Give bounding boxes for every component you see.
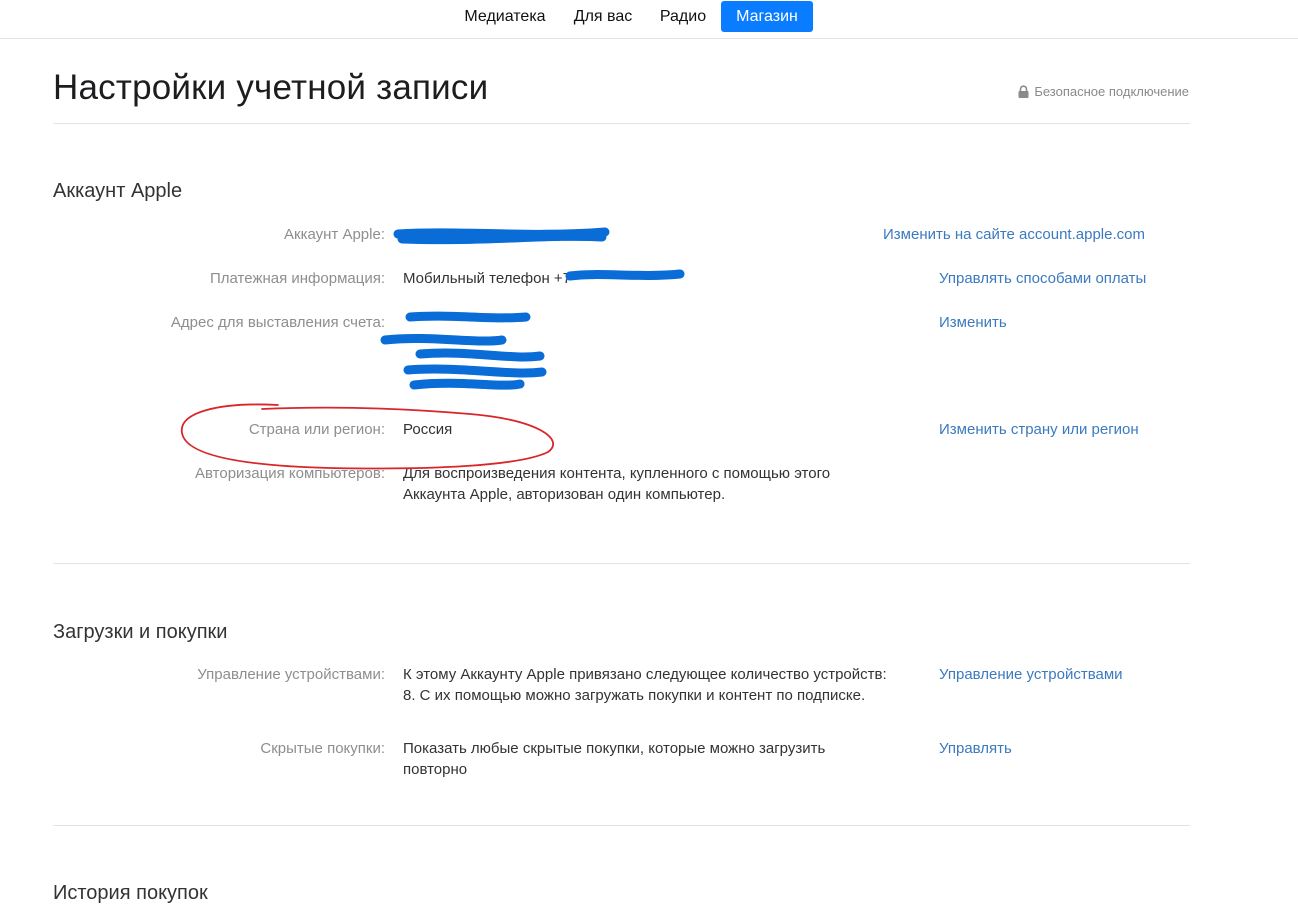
divider	[53, 563, 1190, 564]
value-country-region: Россия	[403, 421, 453, 438]
page-title: Настройки учетной записи	[53, 68, 489, 107]
top-navigation: Медиатека Для вас Радио Магазин	[0, 0, 1298, 39]
label-hidden-purchases: Скрытые покупки:	[260, 740, 385, 757]
section-title-apple-account: Аккаунт Apple	[53, 180, 183, 202]
secure-connection: Безопасное подключение	[1018, 84, 1189, 99]
label-country-region: Страна или регион:	[248, 421, 385, 438]
divider	[53, 123, 1190, 124]
value-payment-info: Мобильный телефон +7	[403, 270, 572, 287]
label-device-management: Управление устройствами:	[197, 666, 385, 683]
tab-radio[interactable]: Радио	[651, 1, 715, 32]
value-hidden-purchases: Показать любые скрытые покупки, которые …	[403, 740, 826, 778]
tab-for-you[interactable]: Для вас	[567, 1, 639, 32]
label-payment-info: Платежная информация:	[210, 270, 385, 287]
link-change-country-region[interactable]: Изменить страну или регион	[939, 421, 1139, 438]
section-title-purchase-history: История покупок	[53, 882, 208, 904]
label-apple-account: Аккаунт Apple:	[284, 226, 385, 243]
tab-store[interactable]: Магазин	[721, 1, 813, 32]
link-change-on-account-site[interactable]: Изменить на сайте account.apple.com	[883, 226, 1145, 243]
value-computer-authorization: Для воспроизведения контента, купленного…	[403, 465, 831, 503]
tab-library[interactable]: Медиатека	[455, 1, 555, 32]
redaction-scribble	[380, 227, 685, 390]
link-manage-hidden-purchases[interactable]: Управлять	[939, 740, 1012, 757]
link-manage-payment-methods[interactable]: Управлять способами оплаты	[939, 270, 1146, 287]
link-manage-devices[interactable]: Управление устройствами	[939, 666, 1123, 683]
divider	[53, 825, 1190, 826]
label-computer-authorization: Авторизация компьютеров:	[195, 465, 385, 482]
value-device-management: К этому Аккаунту Apple привязано следующ…	[403, 666, 887, 704]
link-change-billing-address[interactable]: Изменить	[939, 314, 1007, 331]
section-title-downloads: Загрузки и покупки	[53, 621, 228, 643]
lock-icon	[1018, 85, 1029, 98]
label-billing-address: Адрес для выставления счета:	[170, 314, 385, 331]
secure-connection-label: Безопасное подключение	[1034, 84, 1189, 99]
